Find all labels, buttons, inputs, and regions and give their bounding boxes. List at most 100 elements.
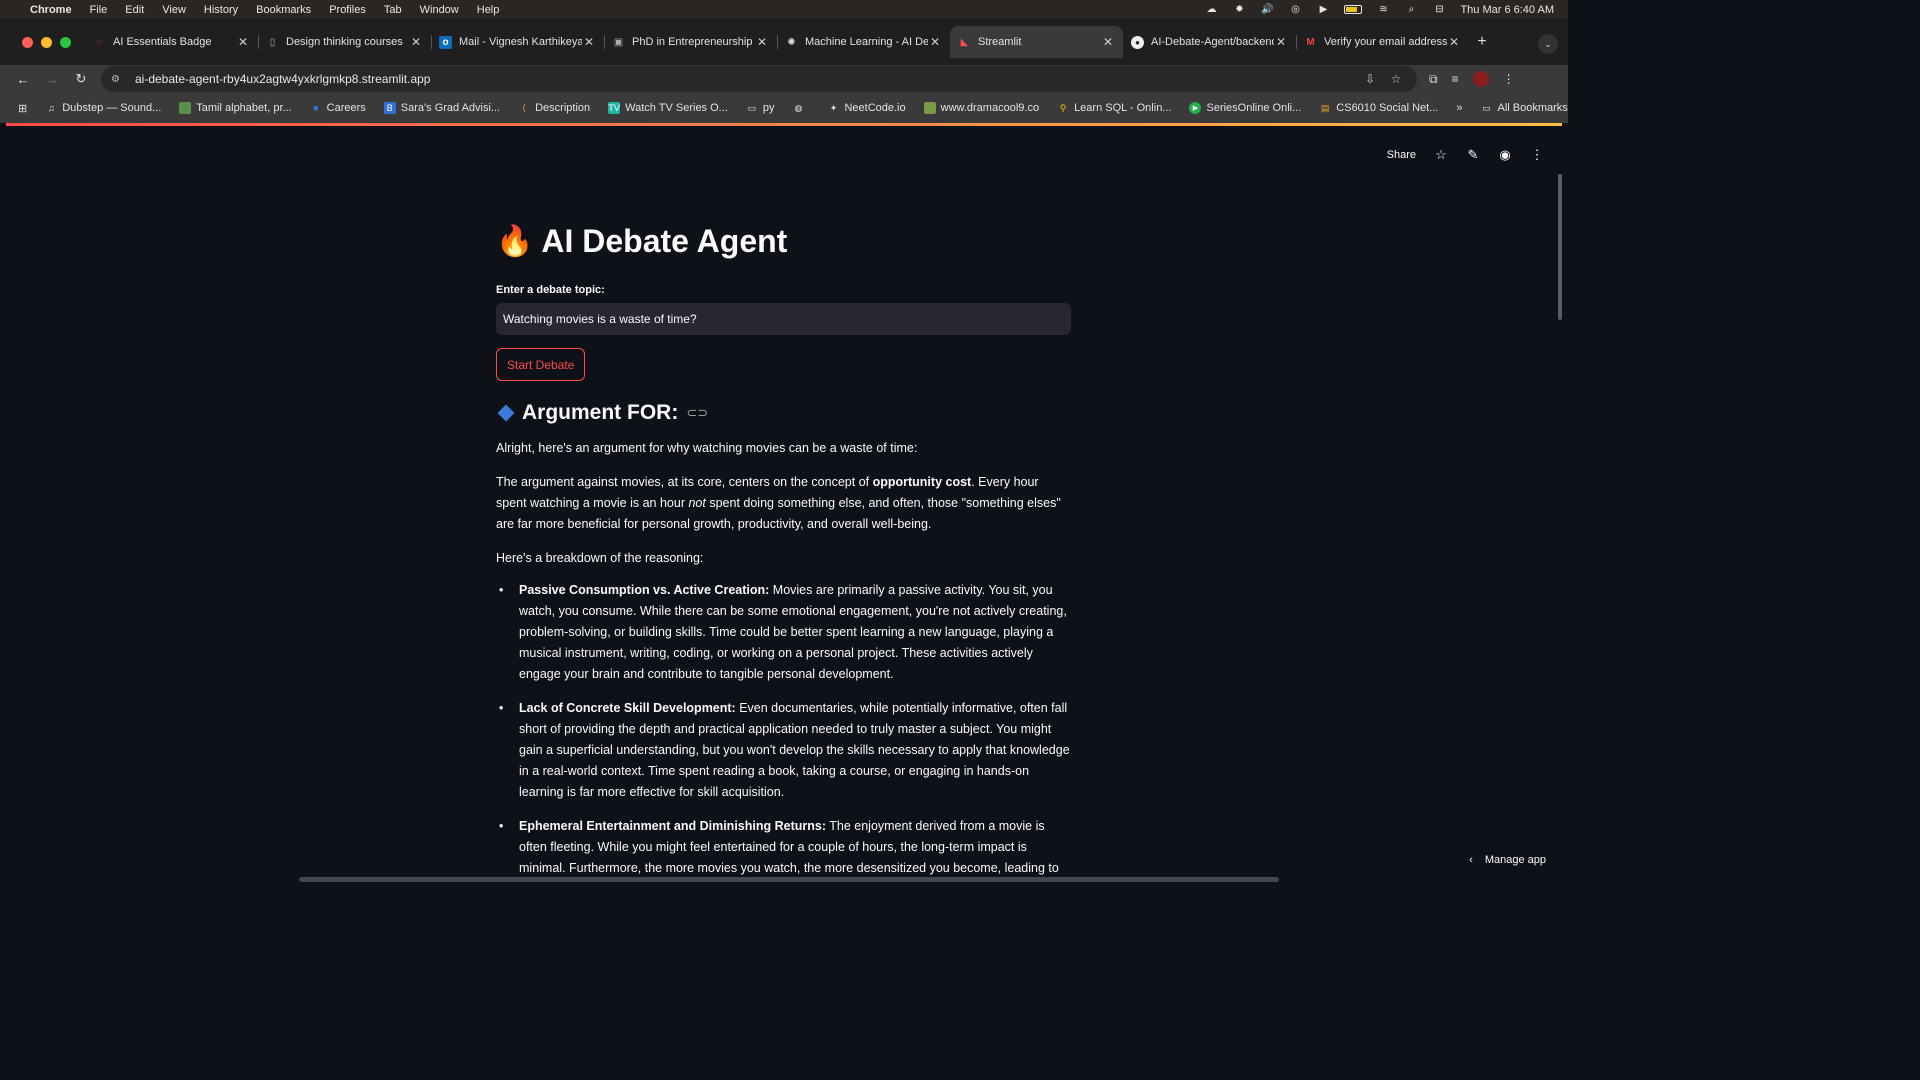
bookmark-item[interactable]: ▤ CS6010 Social Net... xyxy=(1319,102,1438,114)
bookmark-label: Dubstep — Sound... xyxy=(62,102,162,114)
bookmark-label: SeriesOnline Onli... xyxy=(1206,102,1302,114)
more-bookmarks-chevron-icon[interactable]: » xyxy=(1456,102,1462,114)
close-window-button[interactable] xyxy=(22,36,33,48)
bookmark-item[interactable]: ⟨ Description xyxy=(518,102,590,114)
brightness-icon[interactable]: ✹ xyxy=(1232,4,1246,15)
bookmark-item[interactable]: ♫ Dubstep — Sound... xyxy=(45,102,161,114)
install-app-icon[interactable]: ⇩ xyxy=(1359,72,1381,86)
rocket-icon: ✦ xyxy=(829,102,838,113)
star-icon[interactable]: ☆ xyxy=(1434,147,1448,163)
breakdown-intro: Here's a breakdown of the reasoning: xyxy=(496,551,704,565)
bookmark-item[interactable]: ■ Careers xyxy=(310,102,366,114)
bookmark-item[interactable]: ◍ xyxy=(792,102,809,114)
menu-tab[interactable]: Tab xyxy=(384,4,402,16)
bookmark-item[interactable]: ▭ py xyxy=(746,102,775,114)
bookmark-item[interactable]: TV Watch TV Series O... xyxy=(608,102,728,114)
minimize-window-button[interactable] xyxy=(41,36,52,48)
apps-grid-icon[interactable]: ⊞ xyxy=(18,102,27,115)
tab-phd-entrepreneurship[interactable]: ▣ PhD in Entrepreneurship ✕ xyxy=(604,26,777,58)
reason-title: Ephemeral Entertainment and Diminishing … xyxy=(519,819,826,833)
new-tab-button[interactable]: + xyxy=(1469,33,1495,51)
page-title-text: AI Debate Agent xyxy=(541,222,788,259)
cloud-icon[interactable]: ☁ xyxy=(1204,4,1218,15)
debate-topic-input[interactable] xyxy=(496,303,1071,335)
menu-help[interactable]: Help xyxy=(477,4,500,16)
bookmark-item[interactable]: B Sara's Grad Advisi... xyxy=(383,102,500,114)
tab-title: Machine Learning - AI De xyxy=(805,36,928,48)
media-controls-icon[interactable]: ≡ xyxy=(1452,72,1459,86)
close-icon[interactable]: ✕ xyxy=(755,35,769,49)
bookmark-star-icon[interactable]: ☆ xyxy=(1385,72,1407,86)
image-icon xyxy=(923,102,936,114)
close-icon[interactable]: ✕ xyxy=(1274,35,1288,49)
tab-design-thinking[interactable]: ▯ Design thinking courses ✕ xyxy=(258,26,431,58)
edit-pencil-icon[interactable]: ✎ xyxy=(1466,147,1480,163)
play-icon: ▶ xyxy=(1189,102,1202,114)
menu-history[interactable]: History xyxy=(204,4,238,16)
tab-streamlit[interactable]: ◣ Streamlit ✕ xyxy=(950,26,1123,58)
tab-title: PhD in Entrepreneurship xyxy=(632,36,753,48)
bold-text: opportunity cost xyxy=(872,475,972,489)
airdrop-icon[interactable]: ◎ xyxy=(1288,4,1302,15)
tab-verify-email[interactable]: M Verify your email address ✕ xyxy=(1296,26,1469,58)
menu-app-name[interactable]: Chrome xyxy=(30,4,72,16)
github-icon[interactable]: ◉ xyxy=(1498,147,1512,163)
spotlight-search-icon[interactable]: ⌕ xyxy=(1404,4,1418,15)
share-button[interactable]: Share xyxy=(1387,149,1416,161)
back-arrow-icon[interactable]: ← xyxy=(12,68,34,90)
tab-mail[interactable]: o Mail - Vignesh Karthikeyan ✕ xyxy=(431,26,604,58)
profile-avatar[interactable] xyxy=(1472,71,1489,87)
menu-edit[interactable]: Edit xyxy=(125,4,144,16)
close-icon[interactable]: ✕ xyxy=(582,35,596,49)
leetcode-icon: ⟨ xyxy=(522,102,526,113)
start-debate-button[interactable]: Start Debate xyxy=(496,348,586,381)
image-icon xyxy=(179,102,192,114)
bookmarks-bar: ⊞ ♫ Dubstep — Sound... Tamil alphabet, pr… xyxy=(0,93,1568,123)
close-icon[interactable]: ✕ xyxy=(1447,35,1461,49)
tab-github-backend[interactable]: ● AI-Debate-Agent/backend ✕ xyxy=(1123,26,1296,58)
menu-bookmarks[interactable]: Bookmarks xyxy=(256,4,311,16)
menu-profiles[interactable]: Profiles xyxy=(329,4,366,16)
wifi-icon[interactable]: ≋ xyxy=(1376,4,1390,15)
extensions-puzzle-icon[interactable]: ⧉ xyxy=(1429,72,1438,87)
forward-arrow-icon[interactable]: → xyxy=(41,68,63,90)
close-icon[interactable]: ✕ xyxy=(1101,35,1115,49)
close-icon[interactable]: ✕ xyxy=(236,35,250,49)
anchor-link-icon[interactable]: ⊂⊃ xyxy=(686,405,708,421)
tab-machine-learning[interactable]: ✺ Machine Learning - AI De ✕ xyxy=(777,26,950,58)
menu-view[interactable]: View xyxy=(162,4,186,16)
tab-ai-essentials-badge[interactable]: ◌ AI Essentials Badge ✕ xyxy=(85,26,258,58)
vertical-scrollbar[interactable] xyxy=(1558,174,1562,320)
address-bar[interactable]: ⚙ ai-debate-agent-rby4ux2agtw4yxkrlgmkp8… xyxy=(101,66,1417,92)
site-settings-icon[interactable]: ⚙ xyxy=(111,74,125,85)
bookmark-item[interactable]: Tamil alphabet, pr... xyxy=(179,102,292,114)
manage-app-button[interactable]: ‹ Manage app xyxy=(1469,854,1546,866)
menu-file[interactable]: File xyxy=(90,4,108,16)
control-center-icon[interactable]: ⊟ xyxy=(1432,4,1446,15)
streamlit-icon: ◣ xyxy=(960,36,969,48)
chevron-left-icon: ‹ xyxy=(1469,854,1473,866)
address-url[interactable]: ai-debate-agent-rby4ux2agtw4yxkrlgmkp8.s… xyxy=(135,72,1355,86)
more-options-icon[interactable]: ⋮ xyxy=(1530,147,1544,163)
menu-window[interactable]: Window xyxy=(420,4,459,16)
blue-diamond-icon xyxy=(497,404,515,422)
bulb-icon: ⚲ xyxy=(1059,102,1067,113)
bookmark-item[interactable]: ✦ NeetCode.io xyxy=(827,102,906,114)
tab-search-chevron-icon[interactable]: ⌄ xyxy=(1538,34,1558,54)
play-icon[interactable]: ▶ xyxy=(1316,4,1330,15)
close-icon[interactable]: ✕ xyxy=(409,35,423,49)
bookmark-item[interactable]: ⚲ Learn SQL - Onlin... xyxy=(1057,102,1172,114)
list-item: Ephemeral Entertainment and Diminishing … xyxy=(499,816,1071,882)
battery-icon[interactable] xyxy=(1344,5,1363,14)
chrome-menu-icon[interactable]: ⋮ xyxy=(1503,72,1515,86)
globe-icon: ◍ xyxy=(794,102,803,113)
reload-icon[interactable]: ↻ xyxy=(70,68,92,90)
horizontal-scrollbar[interactable] xyxy=(299,877,1279,882)
menubar-clock[interactable]: Thu Mar 6 6:40 AM xyxy=(1460,4,1554,16)
bookmark-item[interactable]: www.dramacool9.co xyxy=(923,102,1039,114)
all-bookmarks-folder[interactable]: ▭ All Bookmarks xyxy=(1481,102,1568,114)
fullscreen-window-button[interactable] xyxy=(60,36,71,48)
close-icon[interactable]: ✕ xyxy=(928,35,942,49)
volume-icon[interactable]: 🔊 xyxy=(1260,4,1274,15)
bookmark-item[interactable]: ▶ SeriesOnline Onli... xyxy=(1189,102,1301,114)
